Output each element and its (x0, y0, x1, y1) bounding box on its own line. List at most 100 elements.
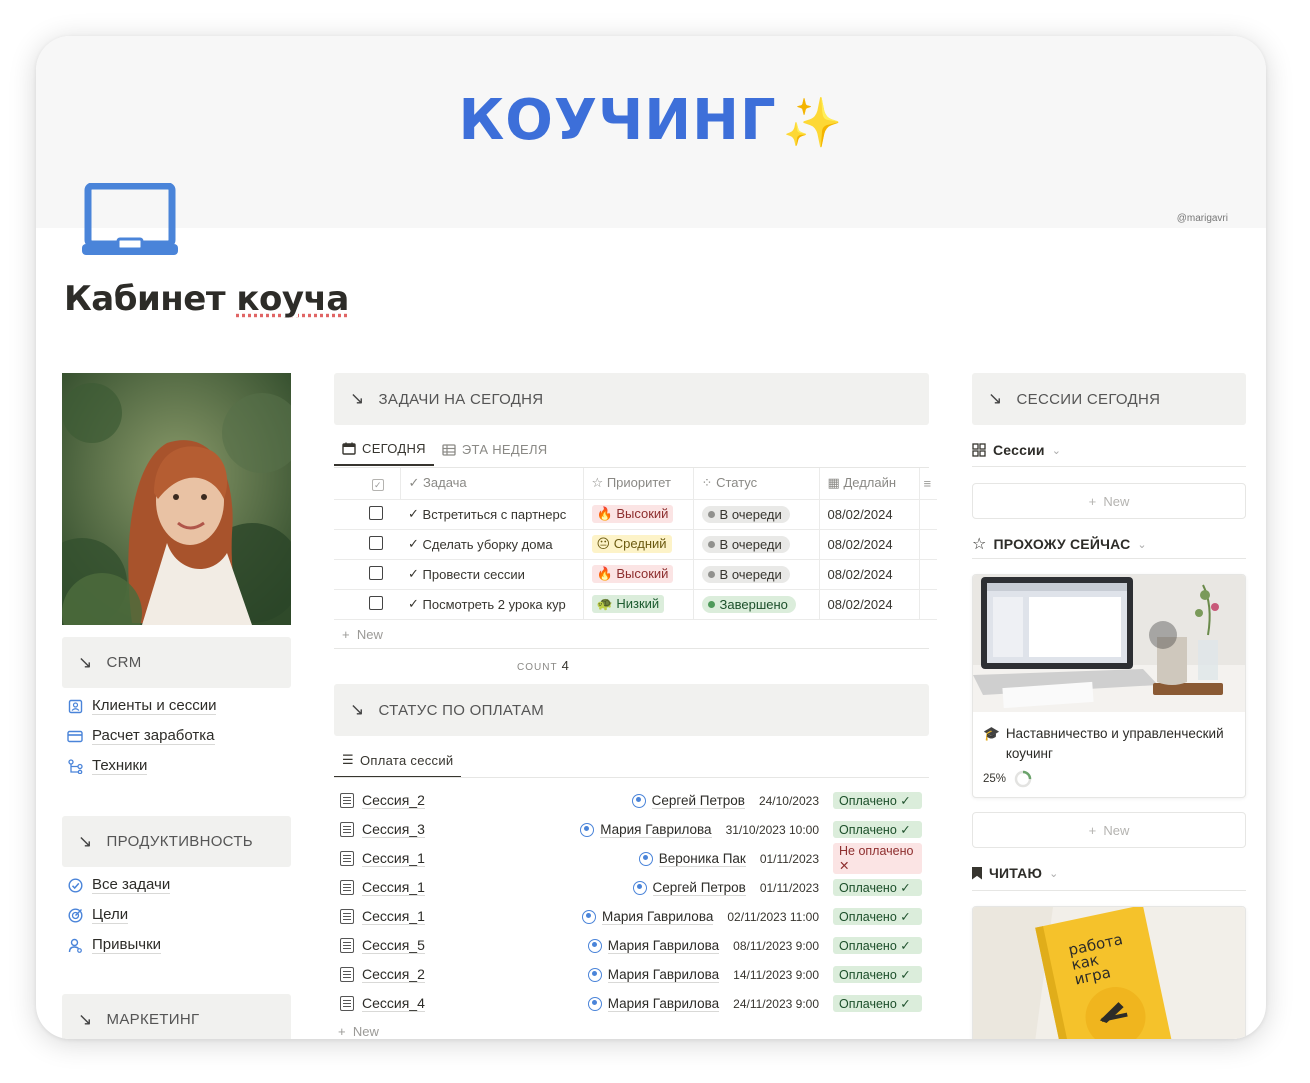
person-avatar-icon (581, 909, 596, 924)
task-checkbox[interactable] (369, 595, 383, 610)
status-badge[interactable]: В очереди (701, 565, 790, 583)
task-checkbox[interactable] (369, 535, 383, 550)
document-icon (340, 822, 354, 837)
course-card[interactable]: 🎓 Наставничество и управленческий коучин… (972, 574, 1246, 798)
table-icon (442, 443, 456, 456)
table-row[interactable]: ✓ Встретиться с партнерс 🔥 Высокий В оче… (334, 499, 938, 530)
session-date: 14/11/2023 9:00 (733, 967, 819, 982)
tab-this-week[interactable]: ЭТА НЕДЕЛЯ (434, 441, 556, 466)
table-row[interactable]: ✓ Провести сессии 🔥 Высокий В очереди 08… (334, 559, 938, 590)
list-item[interactable]: Сессия_3 Мария Гаврилова 31/10/2023 10:0… (340, 815, 922, 844)
person-tag[interactable]: Вероника Пак (638, 851, 746, 867)
course-cover-image (973, 575, 1245, 712)
person-avatar-icon (587, 967, 602, 982)
count-summary[interactable]: COUNT 4 (517, 658, 569, 673)
person-icon (66, 936, 84, 954)
task-name[interactable]: Провести сессии (423, 567, 575, 582)
payment-status-badge[interactable]: Оплачено ✓ (833, 821, 922, 838)
sidebar-link-earnings[interactable]: Расчет заработка (66, 727, 215, 745)
course-view-selector[interactable]: ☆ ПРОХОЖУ СЕЙЧАС ⌄ (972, 534, 1147, 554)
payment-status-badge[interactable]: Оплачено ✓ (833, 792, 922, 809)
list-item[interactable]: Сессия_2 Сергей Петров 24/10/2023 Оплаче… (340, 786, 922, 815)
status-badge[interactable]: В очереди (701, 535, 790, 553)
task-checkbox[interactable] (369, 505, 383, 520)
session-date: 01/11/2023 (759, 880, 819, 895)
payment-status-badge[interactable]: Оплачено ✓ (833, 966, 922, 983)
document-icon (340, 851, 354, 866)
payment-status-badge[interactable]: Не оплачено ✕ (833, 843, 922, 874)
status-badge[interactable]: В очереди (701, 505, 790, 523)
laptop-icon[interactable] (82, 183, 178, 259)
task-name[interactable]: Встретиться с партнерс (423, 507, 575, 522)
person-tag[interactable]: Сергей Петров (631, 793, 745, 809)
star-icon: ☆ (972, 536, 987, 553)
priority-tag[interactable]: 🔥 Высокий (591, 505, 674, 523)
list-item[interactable]: Сессия_1 Мария Гаврилова 02/11/2023 11:0… (340, 902, 922, 931)
progress-label: 25% (983, 773, 1007, 785)
deadline-cell[interactable]: 08/02/2024 (819, 589, 920, 620)
session-date: 31/10/2023 10:00 (725, 822, 819, 837)
list-item[interactable]: Сессия_4 Мария Гаврилова 24/11/2023 9:00… (340, 989, 922, 1018)
table-row[interactable]: ✓ Сделать уборку дома 😐 Средний В очеред… (334, 529, 938, 560)
sidebar-link-techniques[interactable]: Техники (66, 757, 148, 775)
tabs-divider (334, 777, 929, 778)
crm-callout: ↘ CRM (62, 637, 291, 688)
column-priority[interactable]: ☆ Приоритет (583, 468, 694, 500)
book-card[interactable]: работа как игра (972, 906, 1246, 1039)
priority-tag[interactable]: 🐢 Низкий (591, 595, 665, 613)
reading-view-selector[interactable]: ЧИТАЮ ⌄ (972, 865, 1059, 881)
table-row[interactable]: ✓ Посмотреть 2 урока кур 🐢 Низкий Заверш… (334, 589, 938, 620)
payment-status-badge[interactable]: Оплачено ✓ (833, 908, 922, 925)
column-task[interactable]: ✓ Задача (400, 468, 584, 500)
person-tag[interactable]: Мария Гаврилова (587, 938, 720, 954)
person-avatar-icon (587, 996, 602, 1011)
person-tag[interactable]: Мария Гаврилова (580, 822, 712, 838)
payment-status-badge[interactable]: Оплачено ✓ (833, 937, 922, 954)
payment-status-badge[interactable]: Оплачено ✓ (833, 995, 922, 1012)
deadline-cell[interactable]: 08/02/2024 (819, 559, 920, 590)
priority-tag[interactable]: 🔥 Высокий (591, 565, 674, 583)
session-date: 02/11/2023 11:00 (727, 909, 819, 924)
payments-new-button[interactable]: + New (338, 1024, 379, 1039)
cover-credit: @marigavri (1176, 213, 1228, 224)
payments-view-tabs: ☰ Оплата сессий (334, 752, 462, 778)
select-all-header[interactable]: ✓ (334, 468, 401, 500)
person-tag[interactable]: Мария Гаврилова (587, 996, 720, 1012)
task-name[interactable]: Сделать уборку дома (423, 537, 575, 552)
status-badge[interactable]: Завершено (701, 595, 796, 613)
page-title[interactable]: Кабинет коуча (64, 279, 349, 319)
deadline-cell[interactable]: 08/02/2024 (819, 529, 920, 560)
sidebar-link-clients[interactable]: Клиенты и сессии (66, 697, 217, 715)
column-deadline[interactable]: ▦ Дедлайн (819, 468, 920, 500)
person-tag[interactable]: Сергей Петров (632, 880, 746, 896)
person-avatar-icon (632, 880, 647, 895)
task-checkbox[interactable] (369, 565, 383, 580)
document-icon (340, 996, 354, 1011)
priority-tag[interactable]: 😐 Средний (591, 535, 672, 553)
person-avatar-icon (580, 822, 595, 837)
book-cover-image: работа как игра (973, 907, 1245, 1039)
sidebar-link-all-tasks[interactable]: Все задачи (66, 876, 171, 894)
person-tag[interactable]: Мария Гаврилова (581, 909, 714, 925)
course-new-card[interactable]: + New (972, 812, 1246, 848)
task-name[interactable]: Посмотреть 2 урока кур (423, 597, 575, 612)
tasks-new-button[interactable]: + New (342, 627, 383, 642)
sessions-new-card[interactable]: + New (972, 483, 1246, 519)
list-item[interactable]: Сессия_1 Вероника Пак 01/11/2023 Не опла… (340, 843, 922, 874)
sidebar-link-habits[interactable]: Привычки (66, 936, 162, 954)
sidebar-link-goals[interactable]: Цели (66, 906, 129, 924)
column-status[interactable]: ⁘ Статус (693, 468, 820, 500)
check-circle-icon (66, 876, 84, 894)
section-divider (972, 466, 1246, 467)
payment-status-badge[interactable]: Оплачено ✓ (833, 879, 922, 896)
sessions-view-selector[interactable]: Сессии ⌄ (972, 442, 1061, 458)
list-item[interactable]: Сессия_5 Мария Гаврилова 08/11/2023 9:00… (340, 931, 922, 960)
deadline-cell[interactable]: 08/02/2024 (819, 499, 920, 530)
person-tag[interactable]: Мария Гаврилова (587, 967, 720, 983)
list-item[interactable]: Сессия_2 Мария Гаврилова 14/11/2023 9:00… (340, 960, 922, 989)
list-item[interactable]: Сессия_1 Сергей Петров 01/11/2023 Оплаче… (340, 873, 922, 902)
bookmark-icon (972, 866, 982, 880)
column-more[interactable]: ≡ (919, 468, 938, 500)
tab-session-payments[interactable]: ☰ Оплата сессий (334, 752, 462, 778)
tab-today[interactable]: СЕГОДНЯ (334, 441, 434, 466)
